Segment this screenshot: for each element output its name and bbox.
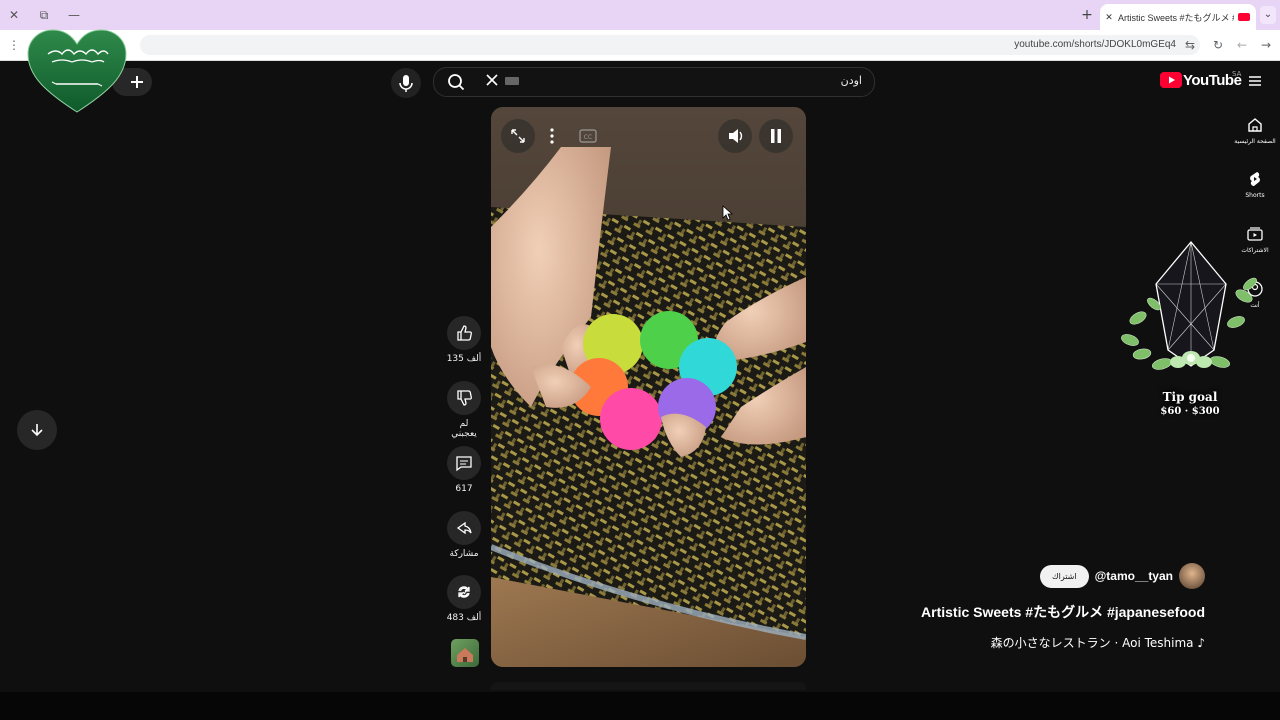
channel-name[interactable]: @tamo__tyan — [1095, 569, 1173, 583]
url-field[interactable]: youtube.com/shorts/JDOKL0mGEq4 — [140, 35, 1200, 55]
share-label: مشاركة — [449, 549, 479, 559]
thumbs-up-icon — [457, 325, 472, 341]
share-button[interactable]: مشاركة — [446, 511, 482, 559]
subscribe-button[interactable]: اشتراك — [1040, 564, 1089, 588]
new-tab-button[interactable]: + — [1078, 6, 1096, 24]
next-short-preview[interactable] — [491, 682, 806, 690]
browser-menu-icon[interactable]: ⋮ — [6, 37, 22, 53]
home-icon — [1248, 118, 1262, 132]
browser-tab[interactable]: ✕ Artistic Sweets #たもグルメ # — [1100, 4, 1256, 30]
remix-button[interactable]: 483 ألف — [446, 575, 482, 623]
restore-window-button[interactable]: ⧉ — [35, 6, 53, 24]
thumbs-down-icon — [457, 390, 472, 406]
nav-shorts[interactable]: Shorts — [1234, 170, 1276, 199]
like-count: 135 ألف — [446, 354, 482, 364]
close-window-button[interactable]: ✕ — [5, 6, 23, 24]
expand-icon — [511, 129, 525, 143]
mouse-cursor-icon — [722, 205, 734, 221]
house-thumbnail-icon — [457, 648, 473, 662]
guide-menu-button[interactable] — [1246, 72, 1264, 90]
pause-icon — [771, 129, 781, 143]
nav-home[interactable]: الصفحة الرئيسية — [1234, 116, 1276, 145]
minimize-window-button[interactable]: — — [65, 6, 83, 24]
dislike-label: لم يعجبني — [451, 419, 477, 439]
search-query: اودن — [840, 74, 862, 87]
youtube-logo-icon[interactable] — [1160, 72, 1182, 88]
channel-avatar[interactable] — [1179, 563, 1205, 589]
next-video-button[interactable] — [17, 410, 57, 450]
music-credit[interactable]: 森の小さなレストラン · Aoi Teshima ♪ — [991, 634, 1205, 651]
saudi-flag-heart-icon — [27, 29, 127, 113]
clear-search-icon[interactable] — [484, 72, 500, 88]
microphone-icon — [399, 75, 413, 92]
tip-goal-range: $60 · $300 — [1160, 406, 1220, 417]
url-text: youtube.com/shorts/JDOKL0mGEq4 — [1014, 39, 1176, 50]
youtube-favicon-icon — [1238, 13, 1250, 21]
video-title[interactable]: Artistic Sweets #たもグルメ #japanesefood — [921, 602, 1205, 622]
arrow-down-icon — [31, 424, 43, 437]
comments-count: 617 — [455, 484, 473, 494]
search-button[interactable] — [433, 67, 479, 97]
nav-shorts-label: Shorts — [1245, 192, 1265, 199]
channel-row: اشتراك @tamo__tyan — [1040, 563, 1205, 589]
volume-icon — [729, 129, 743, 143]
fullscreen-button[interactable] — [501, 119, 535, 153]
remix-icon — [458, 586, 470, 598]
bottom-bar — [0, 692, 1280, 720]
like-button[interactable]: 135 ألف — [446, 316, 482, 364]
video-frame — [491, 107, 806, 667]
hamburger-icon — [1249, 76, 1261, 86]
shorts-video-player[interactable]: CC — [491, 107, 806, 667]
svg-text:CC: CC — [584, 134, 592, 141]
nav-home-label: الصفحة الرئيسية — [1234, 138, 1276, 145]
closed-captions-icon: CC — [579, 129, 597, 143]
voice-search-button[interactable] — [391, 68, 421, 98]
audio-track-thumbnail[interactable] — [451, 639, 479, 667]
region-code: SA — [1232, 70, 1242, 78]
search-icon — [448, 74, 465, 91]
share-icon — [456, 521, 472, 535]
more-vertical-icon — [550, 128, 554, 144]
dislike-button[interactable]: لم يعجبني — [446, 381, 482, 439]
tip-goal-title: Tip goal — [1162, 390, 1218, 404]
tab-title: Artistic Sweets #たもグルメ # — [1118, 12, 1234, 23]
pause-button[interactable] — [759, 119, 793, 153]
comment-icon — [456, 456, 472, 472]
site-settings-icon[interactable]: ⇆ — [1182, 37, 1198, 53]
captions-button[interactable]: CC — [571, 119, 605, 153]
tab-search-button[interactable]: ⌄ — [1260, 6, 1276, 24]
tab-close-icon[interactable]: ✕ — [1100, 12, 1118, 23]
remix-count: 483 ألف — [446, 613, 482, 623]
comments-button[interactable]: 617 — [446, 446, 482, 494]
forward-icon[interactable]: ← — [1234, 37, 1250, 53]
crystal-leaves-decoration-icon — [1121, 240, 1257, 370]
mute-button[interactable] — [718, 119, 752, 153]
more-options-button[interactable] — [535, 119, 569, 153]
keyboard-icon[interactable] — [505, 77, 519, 85]
back-icon[interactable]: → — [1258, 37, 1274, 53]
reload-icon[interactable]: ↻ — [1210, 37, 1226, 53]
shorts-icon — [1250, 172, 1260, 187]
